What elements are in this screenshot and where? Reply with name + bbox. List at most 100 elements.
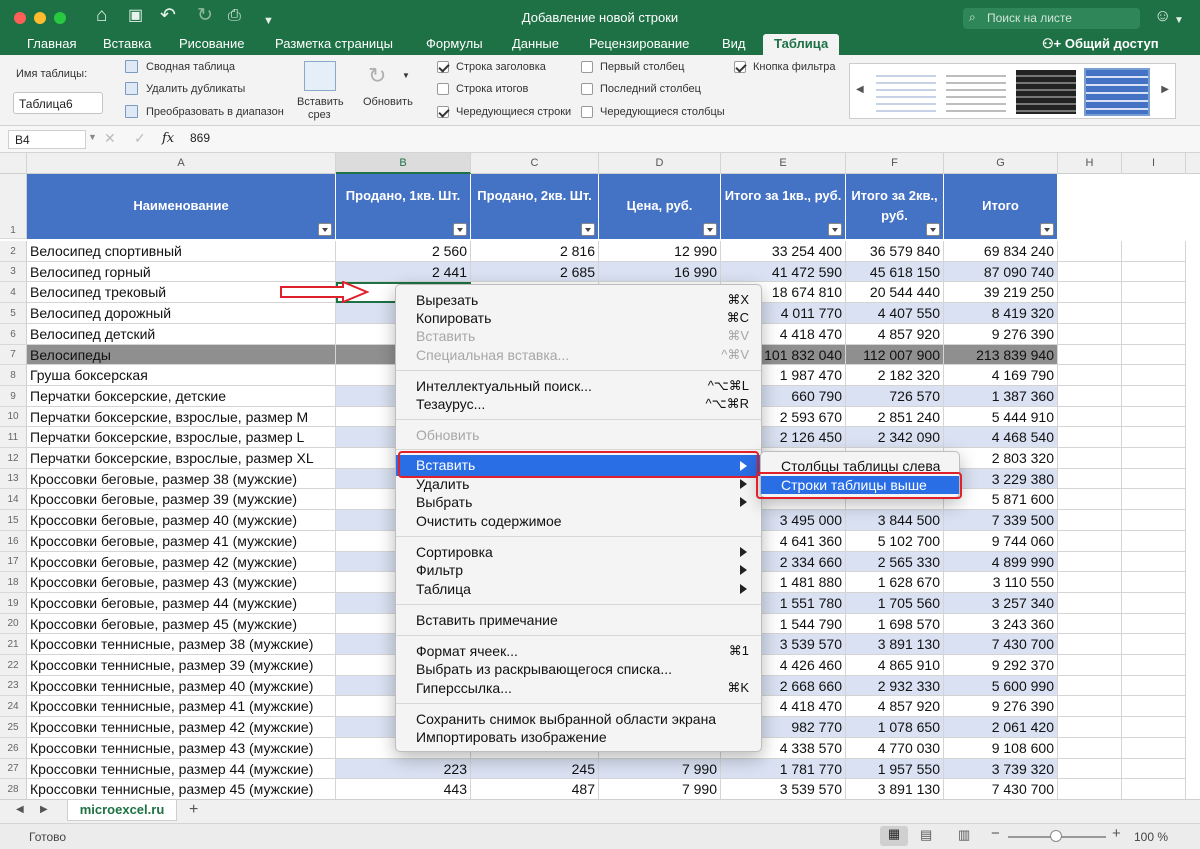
table-cell[interactable] — [1058, 510, 1122, 531]
table-cell[interactable] — [1122, 531, 1186, 552]
table-cell[interactable] — [1122, 427, 1186, 448]
tab-view[interactable]: Вид — [722, 36, 746, 51]
style-swatch-2[interactable] — [946, 70, 1006, 114]
table-cell[interactable]: 2 685 — [471, 262, 599, 282]
table-cell[interactable]: 2 441 — [336, 262, 471, 282]
header-price[interactable]: Цена, руб. — [599, 174, 721, 239]
page-layout-view-icon[interactable]: ▤ — [920, 827, 932, 843]
table-cell[interactable]: Кроссовки теннисные, размер 38 (мужские) — [27, 634, 336, 655]
table-cell[interactable] — [1122, 241, 1186, 262]
row-header[interactable]: 10 — [0, 407, 27, 427]
table-cell[interactable]: 3 243 360 — [944, 614, 1058, 634]
table-cell[interactable]: Кроссовки теннисные, размер 40 (мужские) — [27, 676, 336, 696]
row-header[interactable]: 22 — [0, 655, 27, 676]
table-cell[interactable]: 16 990 — [599, 262, 721, 282]
convert-to-range-button[interactable]: Преобразовать в диапазон — [146, 106, 284, 118]
table-cell[interactable]: 4 407 550 — [846, 303, 944, 324]
row-header[interactable]: 12 — [0, 448, 27, 469]
row-header[interactable]: 11 — [0, 427, 27, 448]
tab-draw[interactable]: Рисование — [179, 36, 244, 51]
table-cell[interactable]: Кроссовки теннисные, размер 45 (мужские) — [27, 779, 336, 800]
remove-duplicates-button[interactable]: Удалить дубликаты — [146, 83, 245, 95]
table-cell[interactable]: Перчатки боксерские, детские — [27, 386, 336, 407]
table-cell[interactable]: 1 387 360 — [944, 386, 1058, 407]
table-cell[interactable]: 87 090 740 — [944, 262, 1058, 282]
table-cell[interactable] — [1058, 469, 1122, 489]
column-header-b[interactable]: B — [336, 153, 471, 174]
row-header[interactable]: 27 — [0, 759, 27, 779]
menu-hyperlink[interactable]: Гиперссылка... ⌘K — [396, 679, 761, 697]
menu-paste-special[interactable]: Специальная вставка... ^⌘V — [396, 346, 761, 364]
filter-dropdown-icon[interactable] — [1040, 223, 1054, 236]
table-cell[interactable]: 9 276 390 — [944, 324, 1058, 345]
table-cell[interactable] — [1122, 510, 1186, 531]
header-sold-q2[interactable]: Продано, 2кв. Шт. — [471, 174, 599, 239]
table-cell[interactable]: 4 865 910 — [846, 655, 944, 676]
menu-smart-lookup[interactable]: Интеллектуальный поиск... ^⌥⌘L — [396, 377, 761, 395]
table-cell[interactable]: 9 292 370 — [944, 655, 1058, 676]
table-cell[interactable] — [1122, 759, 1186, 779]
table-cell[interactable]: 2 851 240 — [846, 407, 944, 427]
table-cell[interactable] — [1058, 759, 1122, 779]
table-cell[interactable]: 2 565 330 — [846, 552, 944, 572]
table-cell[interactable]: 213 839 940 — [944, 345, 1058, 365]
row-header[interactable]: 17 — [0, 552, 27, 572]
normal-view-icon[interactable]: ▦ — [880, 826, 908, 846]
table-cell[interactable] — [1058, 282, 1122, 303]
zoom-level[interactable]: 100 % — [1134, 830, 1168, 844]
row-header[interactable]: 21 — [0, 634, 27, 655]
table-cell[interactable]: 2 816 — [471, 241, 599, 262]
table-cell[interactable]: 443 — [336, 779, 471, 800]
table-cell[interactable]: 4 468 540 — [944, 427, 1058, 448]
table-cell[interactable] — [1122, 448, 1186, 469]
column-header-e[interactable]: E — [721, 153, 846, 174]
table-cell[interactable]: Кроссовки беговые, размер 38 (мужские) — [27, 469, 336, 489]
filter-dropdown-icon[interactable] — [926, 223, 940, 236]
table-cell[interactable]: Перчатки боксерские, взрослые, размер XL — [27, 448, 336, 469]
table-cell[interactable] — [1122, 614, 1186, 634]
select-all-corner[interactable] — [0, 153, 27, 174]
table-cell[interactable]: Велосипед дорожный — [27, 303, 336, 324]
row-header[interactable]: 19 — [0, 593, 27, 614]
add-sheet-icon[interactable]: + — [189, 801, 198, 819]
table-cell[interactable]: 223 — [336, 759, 471, 779]
table-cell[interactable]: 69 834 240 — [944, 241, 1058, 262]
zoom-out-icon[interactable]: − — [991, 825, 1000, 842]
table-cell[interactable]: 5 600 990 — [944, 676, 1058, 696]
row-header[interactable]: 24 — [0, 696, 27, 717]
table-cell[interactable] — [1122, 552, 1186, 572]
table-cell[interactable] — [1058, 779, 1122, 800]
tab-review[interactable]: Рецензирование — [589, 36, 689, 51]
table-cell[interactable]: 7 339 500 — [944, 510, 1058, 531]
table-cell[interactable]: 4 899 990 — [944, 552, 1058, 572]
filter-dropdown-icon[interactable] — [453, 223, 467, 236]
row-header[interactable]: 7 — [0, 345, 27, 365]
table-cell[interactable]: 2 803 320 — [944, 448, 1058, 469]
table-cell[interactable]: Кроссовки теннисные, размер 42 (мужские) — [27, 717, 336, 738]
table-cell[interactable]: 1 957 550 — [846, 759, 944, 779]
refresh-button[interactable]: Обновить — [363, 96, 413, 108]
column-header-a[interactable]: A — [27, 153, 336, 174]
table-cell[interactable] — [1058, 241, 1122, 262]
gallery-right-icon[interactable]: ▶ — [1161, 84, 1169, 95]
table-cell[interactable] — [1122, 655, 1186, 676]
zoom-in-icon[interactable]: + — [1112, 825, 1121, 842]
table-cell[interactable] — [1058, 407, 1122, 427]
smiley-feedback-icon[interactable]: ☺ — [1154, 6, 1171, 26]
function-icon[interactable]: fx — [162, 131, 174, 146]
table-cell[interactable] — [1058, 593, 1122, 614]
table-cell[interactable] — [1122, 365, 1186, 386]
chevron-down-icon[interactable]: ▼ — [1174, 11, 1184, 31]
share-button[interactable]: ⚇+ Общий доступ — [1042, 36, 1159, 52]
table-cell[interactable] — [1058, 696, 1122, 717]
table-cell[interactable]: Кроссовки беговые, размер 39 (мужские) — [27, 489, 336, 510]
table-cell[interactable] — [1058, 324, 1122, 345]
menu-sort[interactable]: Сортировка — [396, 543, 761, 561]
row-header[interactable]: 18 — [0, 572, 27, 593]
table-cell[interactable] — [1122, 469, 1186, 489]
header-row-checkbox[interactable] — [437, 61, 449, 73]
table-cell[interactable]: 1 628 670 — [846, 572, 944, 593]
row-header[interactable]: 15 — [0, 510, 27, 531]
summarize-pivot-button[interactable]: Сводная таблица — [146, 61, 235, 73]
table-cell[interactable] — [1058, 531, 1122, 552]
